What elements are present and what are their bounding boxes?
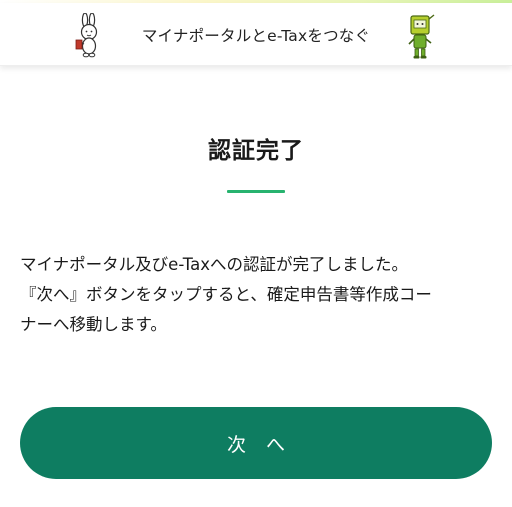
page-title: 認証完了 bbox=[208, 138, 304, 164]
title-underline bbox=[227, 190, 285, 193]
message-line: ナーへ移動します。 bbox=[20, 315, 167, 334]
app-header: マイナポータルとe-Taxをつなぐ bbox=[0, 3, 512, 66]
robot-mascot-icon bbox=[408, 14, 435, 59]
completion-message: マイナポータル及びe-Taxへの認証が完了しました。 『次へ』ボタンをタップする… bbox=[20, 250, 498, 340]
message-line: 『次へ』ボタンをタップすると、確定申告書等作成コー bbox=[20, 285, 432, 304]
next-button[interactable]: 次へ bbox=[20, 407, 492, 479]
message-line: マイナポータル及びe-Taxへの認証が完了しました。 bbox=[20, 255, 408, 274]
